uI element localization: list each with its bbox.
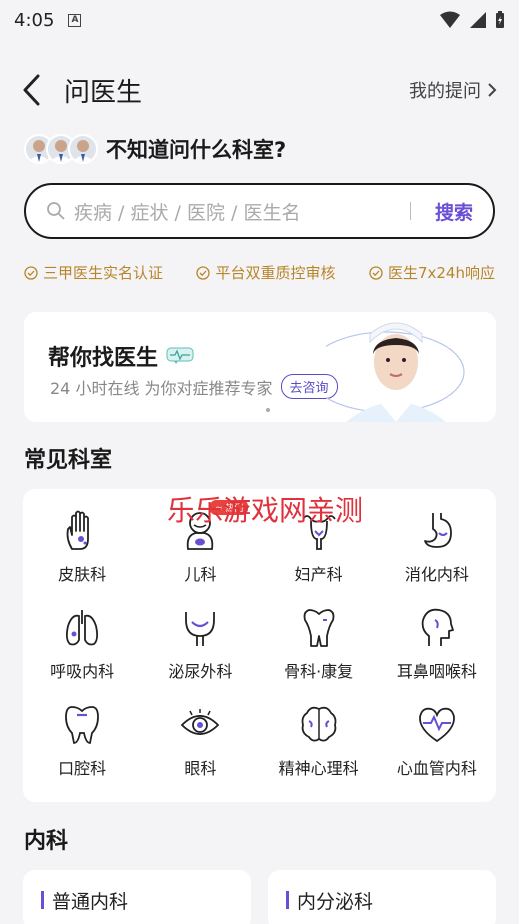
doctor-avatars [24,134,98,164]
bladder-icon [185,612,216,646]
dept-item-cardiology[interactable]: 心血管内科 [378,703,496,800]
dept-label: 眼科 [184,759,217,778]
bone-icon [303,609,335,647]
dept-label: 心血管内科 [396,759,477,778]
my-questions-link[interactable]: 我的提问 [409,77,497,103]
internal-medicine-title: 内科 [24,829,69,854]
dept-item-urology[interactable]: 泌尿外科 [141,606,259,703]
my-questions-label: 我的提问 [409,81,481,102]
main-content: 不知道问什么科室? 疾病 / 症状 / 医院 / 医生名 搜索 三甲医生实名认证… [0,126,519,924]
common-depts-card: 皮肤科 儿科 妇产科 消化内科 呼吸内科 泌尿外科 骨科·康复 耳鼻咽喉科 口腔… [23,489,496,802]
find-doctor-banner[interactable]: 帮你找医生 24 小时在线 为你对症推荐专家 去咨询 [24,312,496,422]
page-title: 问医生 [64,77,143,108]
search-button[interactable]: 搜索 [435,198,473,225]
nurse-illustration [326,322,465,422]
dept-item-orthopedics[interactable]: 骨科·康复 [260,606,378,703]
check-circle-icon [24,265,38,280]
dept-label: 泌尿外科 [168,662,233,681]
dept-label: 口腔科 [58,759,107,778]
lungs-icon [66,610,99,646]
avatar [68,134,98,164]
dept-item-dental[interactable]: 口腔科 [23,703,141,800]
dept-label: 皮肤科 [58,565,107,584]
banner-subtitle-row: 24 小时在线 为你对症推荐专家 去咨询 [50,374,338,399]
dept-item-respiratory[interactable]: 呼吸内科 [23,606,141,703]
accent-bar [41,891,44,909]
status-time: 4:05 [14,9,55,31]
dept-item-ophthalmology[interactable]: 眼科 [141,703,259,800]
dept-item-ent[interactable]: 耳鼻咽喉科 [378,606,496,703]
dept-label: 骨科·康复 [284,662,354,681]
assurance-item: 医生7x24h响应 [369,262,495,283]
dept-item-dermatology[interactable]: 皮肤科 [23,509,141,606]
assurance-label: 医生7x24h响应 [387,264,495,282]
app-header: 问医生 我的提问 [0,60,519,120]
brain-icon [301,706,337,742]
ask-prompt: 不知道问什么科室? [106,138,287,162]
search-placeholder: 疾病 / 症状 / 医院 / 医生名 [74,201,301,224]
dept-item-psychiatry[interactable]: 精神心理科 [260,703,378,800]
wifi-icon [440,11,460,28]
dept-label: 耳鼻咽喉科 [396,662,477,681]
banner-title: 帮你找医生 [48,346,159,371]
battery-icon [496,11,504,28]
search-divider [409,202,411,220]
assurance-label: 平台双重质控审核 [215,264,336,282]
assurance-item: 平台双重质控审核 [196,262,336,283]
status-icons [439,11,505,29]
stomach-icon [423,513,452,548]
check-circle-icon [369,265,383,280]
tooth-icon [65,706,100,744]
accent-bar [286,891,289,909]
search-input[interactable]: 疾病 / 症状 / 医院 / 医生名 搜索 [24,183,495,239]
carousel-indicator [266,408,270,412]
check-circle-icon [196,265,211,280]
dept-label: 妇产科 [294,565,343,584]
head-profile-icon [421,608,454,646]
chat-pulse-icon [166,347,194,364]
dept-label: 儿科 [184,565,217,584]
status-bar: 4:05 A [0,0,519,40]
dept-label: 精神心理科 [278,759,359,778]
sub-dept-label: 内分泌科 [297,890,374,913]
assurance-item: 三甲医生实名认证 [24,262,163,283]
dept-label: 呼吸内科 [50,662,115,681]
back-arrow-icon[interactable] [22,73,46,107]
sub-dept-card-general[interactable]: 普通内科 [23,870,251,924]
signal-icon [470,12,486,28]
hand-icon [66,510,90,550]
eye-icon [181,709,220,735]
sub-dept-label: 普通内科 [52,890,129,913]
watermark-text: 乐乐游戏网亲测 [167,494,364,527]
banner-title-row: 帮你找医生 [48,340,194,372]
chevron-right-icon [488,83,497,97]
assurance-label: 三甲医生实名认证 [43,264,164,282]
heart-icon [418,707,455,743]
banner-subtitle: 24 小时在线 为你对症推荐专家 [50,378,273,398]
dept-label: 消化内科 [404,565,469,584]
assurance-row: 三甲医生实名认证 平台双重质控审核 医生7x24h响应 [24,262,495,283]
notification-a-icon: A [68,13,82,27]
ask-row: 不知道问什么科室? [24,134,286,164]
search-icon [47,202,65,220]
common-depts-title: 常见科室 [24,448,113,473]
sub-dept-card-endocrine[interactable]: 内分泌科 [268,870,496,924]
dept-grid: 皮肤科 儿科 妇产科 消化内科 呼吸内科 泌尿外科 骨科·康复 耳鼻咽喉科 口腔… [23,489,496,800]
dept-item-gastro[interactable]: 消化内科 [378,509,496,606]
